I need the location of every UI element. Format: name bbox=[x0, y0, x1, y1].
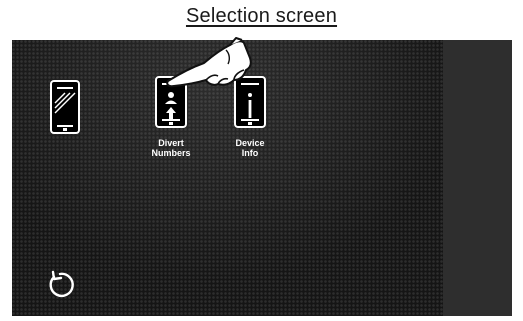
page-title: Selection screen bbox=[185, 5, 338, 27]
pointing-hand-icon bbox=[166, 37, 252, 88]
phone-home-icon bbox=[50, 80, 80, 134]
device-info-label: Device Info bbox=[235, 138, 265, 158]
divert-numbers-label: Divert Numbers bbox=[151, 138, 191, 158]
right-side-panel bbox=[443, 40, 512, 316]
refresh-back-icon[interactable] bbox=[46, 268, 80, 302]
